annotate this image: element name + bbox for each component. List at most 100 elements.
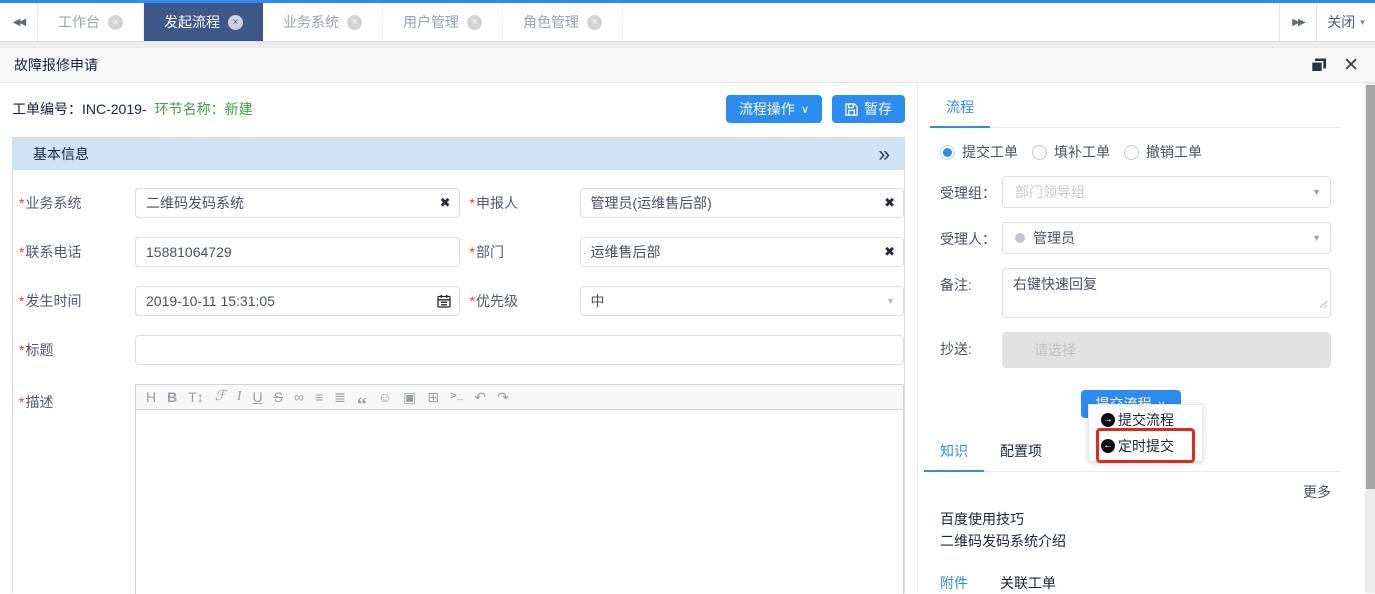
close-window-icon[interactable]: ✕ xyxy=(1343,56,1359,75)
accept-user-label: 受理人： xyxy=(930,222,1002,254)
menu-item-timed-submit[interactable]: ← 定时提交 xyxy=(1089,433,1202,459)
cc-label: 抄送: xyxy=(930,332,1002,368)
priority-select[interactable]: 中 xyxy=(580,286,905,316)
select-arrow-icon: ▼ xyxy=(1312,233,1321,243)
radio-fill-ticket[interactable] xyxy=(1032,145,1047,160)
align-icon[interactable]: ≣ xyxy=(334,390,346,404)
field-label-department: 部门 xyxy=(470,242,570,262)
emoji-icon[interactable]: ☺ xyxy=(378,390,392,404)
tab-related-tickets[interactable]: 关联工单 xyxy=(984,564,1072,594)
scroll-tabs-left-button[interactable]: ◀◀ xyxy=(0,3,38,41)
font-family-icon[interactable]: ℱ xyxy=(215,390,226,404)
tab-flow[interactable]: 流程 xyxy=(930,88,990,128)
undo-icon[interactable]: ↶ xyxy=(474,390,486,404)
order-number-value: INC-2019- xyxy=(82,101,147,117)
redo-icon[interactable]: ↷ xyxy=(497,390,509,404)
user-status-dot-icon xyxy=(1015,233,1025,243)
collapse-panel-icon[interactable]: » xyxy=(878,144,890,165)
tab-workbench[interactable]: 工作台 × xyxy=(38,3,144,41)
order-number: 工单编号：INC-2019- xyxy=(12,99,147,119)
tab-label: 用户管理 xyxy=(403,12,459,32)
clear-icon[interactable]: ✖ xyxy=(884,195,895,211)
step-name: 环节名称：新建 xyxy=(155,99,253,119)
strikethrough-icon[interactable]: S xyxy=(274,390,283,404)
link-icon[interactable]: ∞ xyxy=(294,390,304,404)
tab-role-management[interactable]: 角色管理 × xyxy=(503,3,623,41)
order-number-label: 工单编号： xyxy=(12,101,82,117)
vertical-scrollbar[interactable] xyxy=(1365,83,1375,593)
reporter-field: ✖ xyxy=(580,188,905,218)
restore-window-icon[interactable] xyxy=(1311,58,1327,73)
double-left-arrow-icon: ◀◀ xyxy=(13,17,24,28)
scrollbar-thumb[interactable] xyxy=(1366,85,1375,489)
heading-icon[interactable]: H xyxy=(146,390,156,404)
radio-label-fill[interactable]: 填补工单 xyxy=(1054,142,1110,162)
cc-select-disabled: 请选择 xyxy=(1002,332,1331,368)
circle-arrow-left-icon: ← xyxy=(1101,439,1115,453)
tab-start-process[interactable]: 发起流程 × xyxy=(144,3,263,41)
radio-cancel-ticket[interactable] xyxy=(1124,145,1139,160)
save-draft-button[interactable]: 暂存 xyxy=(832,95,905,123)
title-input[interactable] xyxy=(135,335,904,365)
tab-close-icon[interactable]: × xyxy=(228,15,243,30)
tab-bar-spacer xyxy=(623,3,1279,41)
tab-business-system[interactable]: 业务系统 × xyxy=(263,3,383,41)
tab-knowledge[interactable]: 知识 xyxy=(924,432,984,472)
remark-textarea[interactable]: 右键快速回复 xyxy=(1002,268,1331,318)
description-editor-body[interactable] xyxy=(136,410,903,594)
calendar-icon[interactable] xyxy=(437,294,451,308)
tab-close-icon[interactable]: × xyxy=(108,15,123,30)
clear-icon[interactable]: ✖ xyxy=(440,195,451,211)
business-system-input[interactable] xyxy=(135,188,460,218)
accept-group-row: 受理组： 部门领导组 ▼ xyxy=(930,176,1331,208)
bold-icon[interactable]: B xyxy=(167,390,177,404)
priority-value: 中 xyxy=(591,291,605,311)
tab-config-items[interactable]: 配置项 xyxy=(984,432,1058,472)
phone-input[interactable] xyxy=(135,237,460,267)
description-editor: H B T↕ ℱ I U S ∞ ≡ ≣ “ ☺ ▣ xyxy=(135,384,904,594)
underline-icon[interactable]: U xyxy=(253,390,263,404)
accept-group-select[interactable]: 部门领导组 xyxy=(1002,176,1331,208)
list-item[interactable]: 二维码发码系统介绍 xyxy=(940,530,1331,552)
occur-time-input[interactable] xyxy=(135,286,460,316)
radio-label-cancel[interactable]: 撤销工单 xyxy=(1146,142,1202,162)
image-icon[interactable]: ▣ xyxy=(403,390,416,404)
tab-bar: ◀◀ 工作台 × 发起流程 × 业务系统 × 用户管理 × 角色管理 × xyxy=(0,3,1375,42)
font-size-icon[interactable]: T↕ xyxy=(188,390,204,404)
tab-close-icon[interactable]: × xyxy=(587,15,602,30)
tab-user-management[interactable]: 用户管理 × xyxy=(383,3,503,41)
accept-group-value: 部门领导组 xyxy=(1015,182,1085,202)
menu-item-submit-flow[interactable]: → 提交流程 xyxy=(1089,407,1202,433)
tab-close-icon[interactable]: × xyxy=(347,15,362,30)
tab-attachments[interactable]: 附件 xyxy=(924,564,984,594)
department-input[interactable] xyxy=(580,237,905,267)
basic-info-grid: 业务系统 ✖ 申报人 ✖ 联系电话 部门 xyxy=(13,170,904,594)
table-icon[interactable]: ⊞ xyxy=(427,390,439,404)
clear-icon[interactable]: ✖ xyxy=(884,244,895,260)
cc-placeholder: 请选择 xyxy=(1034,340,1076,360)
tab-close-icon[interactable]: × xyxy=(467,15,482,30)
more-link[interactable]: 更多 xyxy=(1303,484,1331,500)
dialog-title-bar: 故障报修申请 ✕ xyxy=(0,48,1375,83)
close-tabs-menu-button[interactable]: 关闭 ▾ xyxy=(1317,3,1375,41)
list-item[interactable]: 百度使用技巧 xyxy=(940,508,1331,530)
accept-user-select[interactable]: 管理员 xyxy=(1002,222,1331,254)
flow-action-radios: 提交工单 填补工单 撤销工单 xyxy=(940,142,1331,162)
list-icon[interactable]: ≡ xyxy=(315,390,323,404)
field-label-priority: 优先级 xyxy=(470,291,570,311)
reporter-input[interactable] xyxy=(580,188,905,218)
basic-info-title: 基本信息 xyxy=(33,144,89,164)
code-icon[interactable]: >_ xyxy=(450,392,463,403)
quote-icon[interactable]: “ xyxy=(357,395,367,405)
resize-handle-icon[interactable] xyxy=(1319,296,1328,314)
tab-label: 工作台 xyxy=(58,12,100,32)
menu-item-label: 定时提交 xyxy=(1118,436,1174,456)
phone-field xyxy=(135,237,460,267)
scroll-tabs-right-button[interactable]: ▶▶ xyxy=(1279,3,1317,41)
italic-icon[interactable]: I xyxy=(237,390,242,404)
radio-label-submit[interactable]: 提交工单 xyxy=(962,142,1018,162)
open-page-tabs: 工作台 × 发起流程 × 业务系统 × 用户管理 × 角色管理 × xyxy=(38,3,623,41)
process-actions-button[interactable]: 流程操作 ∨ xyxy=(726,95,822,123)
radio-submit-ticket[interactable] xyxy=(940,145,955,160)
circle-arrow-right-icon: → xyxy=(1101,413,1115,427)
